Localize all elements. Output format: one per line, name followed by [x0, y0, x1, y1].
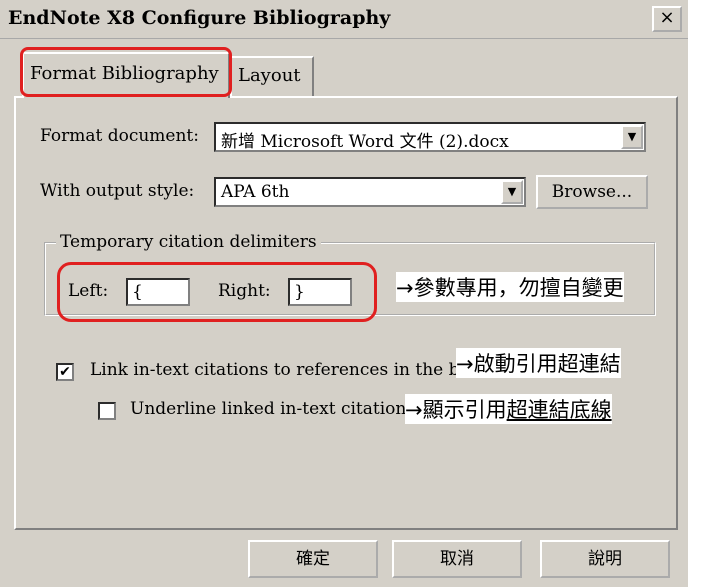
link-citations-checkbox[interactable]: ✔ [56, 363, 74, 381]
output-style-label: With output style: [40, 181, 195, 201]
underline-note-suffix: 超連結底線 [506, 398, 612, 422]
tab-layout-label: Layout [238, 65, 301, 86]
ok-button-label: 確定 [296, 549, 330, 569]
chevron-down-icon[interactable]: ▼ [501, 180, 523, 204]
help-button-label: 說明 [588, 549, 622, 569]
browse-button-label: Browse... [551, 182, 633, 202]
underline-note-prefix: →顯示引用 [405, 398, 507, 422]
close-button[interactable]: × [652, 6, 682, 32]
close-icon: × [659, 7, 675, 28]
link-citations-label: Link in-text citations to references in … [90, 360, 471, 380]
underline-citations-checkbox[interactable] [98, 402, 116, 420]
delimiters-group-label: Temporary citation delimiters [56, 232, 321, 252]
underline-citations-label: Underline linked in-text citations [130, 399, 416, 419]
underline-note: →顯示引用超連結底線 [405, 394, 612, 424]
output-style-value: APA 6th [221, 182, 290, 202]
cancel-button-label: 取消 [440, 549, 474, 569]
cancel-button[interactable]: 取消 [392, 540, 522, 578]
output-style-select[interactable]: APA 6th ▼ [214, 177, 526, 207]
format-document-label: Format document: [40, 126, 199, 146]
chevron-down-icon[interactable]: ▼ [621, 125, 643, 149]
browse-button[interactable]: Browse... [536, 175, 648, 209]
format-document-select[interactable]: 新增 Microsoft Word 文件 (2).docx ▼ [214, 122, 646, 152]
checkmark-icon: ✔ [59, 364, 71, 380]
format-document-value: 新增 Microsoft Word 文件 (2).docx [221, 132, 509, 152]
title-bar: EndNote X8 Configure Bibliography × [0, 0, 688, 39]
ok-button[interactable]: 確定 [248, 540, 378, 578]
tab-layout[interactable]: Layout [230, 56, 314, 96]
help-button[interactable]: 說明 [540, 540, 670, 578]
delimiters-highlight-annotation [57, 262, 377, 322]
delimiters-note: →參數專用，勿擅自變更 [396, 272, 624, 302]
link-note: →啟動引用超連結 [456, 348, 621, 378]
format-tab-highlight-annotation [20, 47, 232, 97]
window-title: EndNote X8 Configure Bibliography [8, 7, 391, 29]
